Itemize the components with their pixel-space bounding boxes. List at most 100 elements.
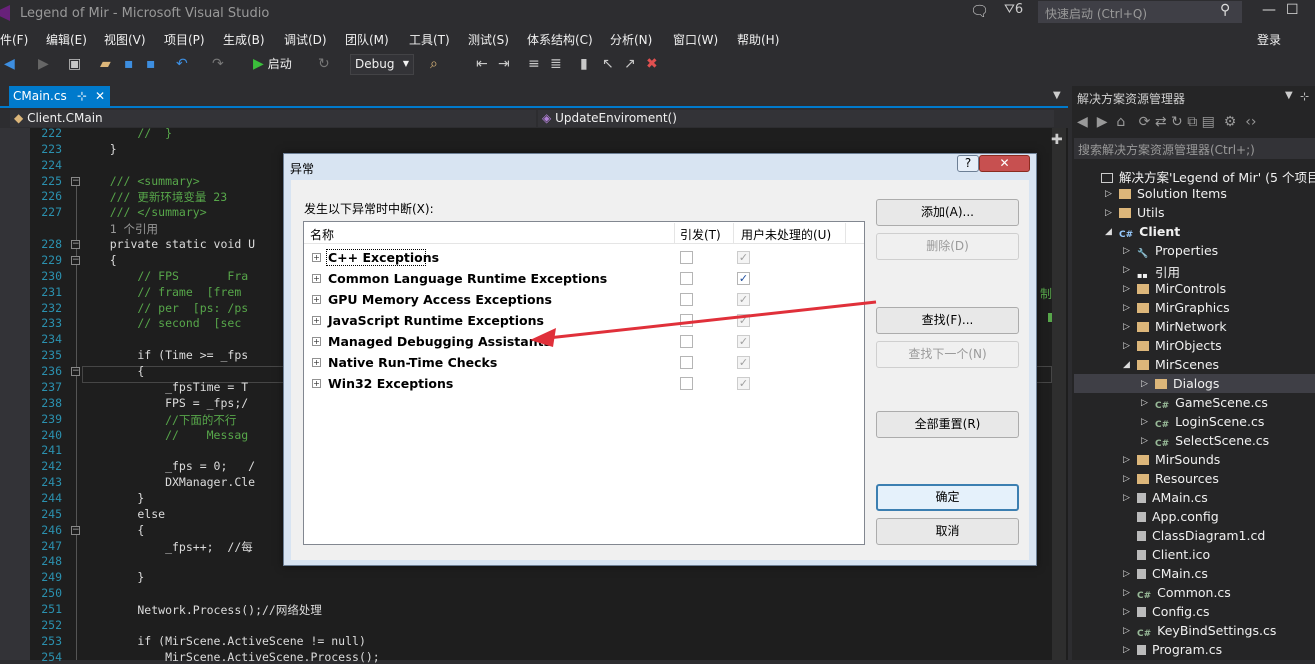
menu-architecture[interactable]: 体系结构(C) — [527, 31, 593, 48]
user-unhandled-checkbox[interactable]: ✓ — [737, 272, 750, 285]
tree-item[interactable]: Resources — [1137, 471, 1219, 490]
tree-item[interactable]: AMain.cs — [1137, 490, 1208, 509]
back-icon[interactable]: ◀ — [1077, 114, 1088, 130]
user-unhandled-checkbox[interactable]: ✓ — [737, 356, 750, 369]
save-icon[interactable]: ▪ — [124, 56, 134, 72]
exception-category-name[interactable]: GPU Memory Access Exceptions — [328, 292, 552, 307]
menu-debug[interactable]: 调试(D) — [284, 31, 327, 48]
collapsed-arrow-icon[interactable]: ▷ — [1123, 341, 1130, 351]
code-line[interactable]: } — [82, 570, 144, 584]
code-line[interactable]: // per [ps: /ps — [82, 301, 248, 315]
tree-item[interactable]: 解决方案'Legend of Mir' (5 个项目) — [1101, 167, 1315, 186]
expand-icon[interactable]: + — [312, 316, 321, 325]
collapsed-arrow-icon[interactable]: ▷ — [1123, 455, 1130, 465]
tree-item[interactable]: Utils — [1119, 205, 1165, 224]
tree-item[interactable]: MirGraphics — [1137, 300, 1230, 319]
tree-item[interactable]: App.config — [1137, 509, 1219, 528]
code-line[interactable]: /// <summary> — [82, 174, 200, 188]
forward-icon[interactable]: ▶ — [38, 56, 49, 72]
user-unhandled-checkbox[interactable]: ✓ — [737, 377, 750, 390]
tree-item[interactable]: Dialogs — [1155, 376, 1219, 395]
collapsed-arrow-icon[interactable]: ▷ — [1123, 246, 1130, 256]
collapse-all-icon[interactable]: ⧉ — [1187, 114, 1197, 130]
collapsed-arrow-icon[interactable]: ▷ — [1123, 265, 1130, 275]
thrown-checkbox[interactable] — [680, 251, 693, 264]
tree-item[interactable]: MirObjects — [1137, 338, 1222, 357]
tree-item[interactable]: ▪▪ 引用 — [1137, 262, 1180, 281]
tree-item[interactable]: C# Client — [1119, 224, 1180, 243]
collapse-toggle-icon[interactable]: − — [71, 255, 80, 265]
code-line[interactable]: FPS = _fps;/ — [82, 396, 248, 410]
collapsed-arrow-icon[interactable]: ▷ — [1123, 474, 1130, 484]
expand-icon[interactable]: + — [312, 253, 321, 262]
save-all-icon[interactable]: ▪ — [146, 56, 156, 72]
collapsed-arrow-icon[interactable]: ▷ — [1105, 189, 1112, 199]
exception-category-name[interactable]: Common Language Runtime Exceptions — [328, 271, 607, 286]
menu-window[interactable]: 窗口(W) — [673, 31, 718, 48]
notification-flag-icon[interactable]: ⛛6 — [1004, 2, 1023, 17]
collapse-toggle-icon[interactable]: − — [71, 176, 80, 186]
collapsed-arrow-icon[interactable]: ▷ — [1123, 493, 1130, 503]
tree-item[interactable]: Client.ico — [1137, 547, 1210, 566]
search-icon[interactable]: ⚲ — [1220, 2, 1230, 18]
tree-item[interactable]: CMain.cs — [1137, 566, 1208, 585]
collapsed-arrow-icon[interactable]: ▷ — [1123, 626, 1130, 636]
user-unhandled-checkbox[interactable]: ✓ — [737, 293, 750, 306]
exception-category-name[interactable]: Win32 Exceptions — [328, 376, 453, 391]
code-line[interactable]: _fps = 0; / — [82, 459, 255, 473]
code-line[interactable]: Network.Process();//网络处理 — [82, 602, 322, 618]
help-button[interactable]: ? — [957, 155, 979, 172]
collapsed-arrow-icon[interactable]: ▷ — [1141, 417, 1148, 427]
code-line[interactable]: // Messag — [82, 428, 248, 442]
collapsed-arrow-icon[interactable]: ▷ — [1123, 569, 1130, 579]
tree-item[interactable]: MirScenes — [1137, 357, 1219, 376]
collapsed-arrow-icon[interactable]: ▷ — [1141, 436, 1148, 446]
expanded-arrow-icon[interactable]: ◢ — [1105, 227, 1112, 237]
collapse-toggle-icon[interactable]: − — [71, 367, 80, 377]
tree-item[interactable]: 🔧 Properties — [1137, 243, 1218, 262]
collapsed-arrow-icon[interactable]: ▷ — [1123, 284, 1130, 294]
code-line[interactable]: { — [82, 364, 144, 378]
thrown-checkbox[interactable] — [680, 314, 693, 327]
thrown-checkbox[interactable] — [680, 293, 693, 306]
reset-all-button[interactable]: 全部重置(R) — [876, 411, 1019, 438]
code-line[interactable]: //下面的不行 — [82, 412, 236, 428]
collapse-toggle-icon[interactable]: − — [71, 240, 80, 250]
ok-button[interactable]: 确定 — [876, 484, 1019, 511]
home-icon[interactable]: ⌂ — [1116, 114, 1125, 130]
open-file-icon[interactable]: ▰ — [100, 56, 111, 72]
next-bookmark-icon[interactable]: ↗ — [624, 56, 636, 72]
tree-item[interactable]: C# SelectScene.cs — [1155, 433, 1269, 452]
code-view-icon[interactable]: ‹› — [1245, 114, 1256, 130]
solution-configuration-select[interactable]: Debug ▼ — [350, 54, 414, 75]
code-line[interactable]: _fps++; //每 — [82, 539, 253, 555]
feedback-icon[interactable]: 🗨 — [970, 2, 989, 20]
undo-icon[interactable]: ↶ — [176, 56, 188, 72]
comment-icon[interactable]: ≡ — [528, 56, 540, 72]
editor-scrollbar[interactable] — [1052, 128, 1066, 660]
maximize-icon[interactable]: ☐ — [1286, 2, 1299, 18]
sync-icon[interactable]: ⟳ — [1139, 114, 1151, 130]
code-line[interactable]: DXManager.Cle — [82, 475, 255, 489]
code-line[interactable]: if (MirScene.ActiveScene != null) — [82, 634, 366, 648]
collapsed-arrow-icon[interactable]: ▷ — [1123, 303, 1130, 313]
tree-item[interactable]: MirControls — [1137, 281, 1226, 300]
expand-icon[interactable]: + — [312, 379, 321, 388]
menu-build[interactable]: 生成(B) — [223, 31, 265, 48]
collapsed-arrow-icon[interactable]: ▷ — [1105, 208, 1112, 218]
code-line[interactable]: MirScene.ActiveScene.Process(); — [82, 650, 380, 664]
code-line[interactable]: } — [82, 142, 117, 156]
pin-icon[interactable]: ⊹ — [1300, 90, 1309, 103]
chevron-down-icon[interactable]: ▼ — [1285, 90, 1293, 101]
tab-cmain[interactable]: CMain.cs ⊹ ✕ — [9, 86, 110, 106]
thrown-checkbox[interactable] — [680, 272, 693, 285]
tree-item[interactable]: ClassDiagram1.cd — [1137, 528, 1265, 547]
delete-button[interactable]: 删除(D) — [876, 233, 1019, 260]
code-line[interactable]: // FPS Fra — [82, 269, 248, 283]
add-button[interactable]: 添加(A)... — [876, 199, 1019, 226]
menu-view[interactable]: 视图(V) — [104, 31, 146, 48]
expand-icon[interactable]: + — [312, 358, 321, 367]
back-icon[interactable]: ◀ — [4, 56, 15, 72]
user-unhandled-checkbox[interactable]: ✓ — [737, 251, 750, 264]
collapsed-arrow-icon[interactable]: ▷ — [1141, 379, 1148, 389]
